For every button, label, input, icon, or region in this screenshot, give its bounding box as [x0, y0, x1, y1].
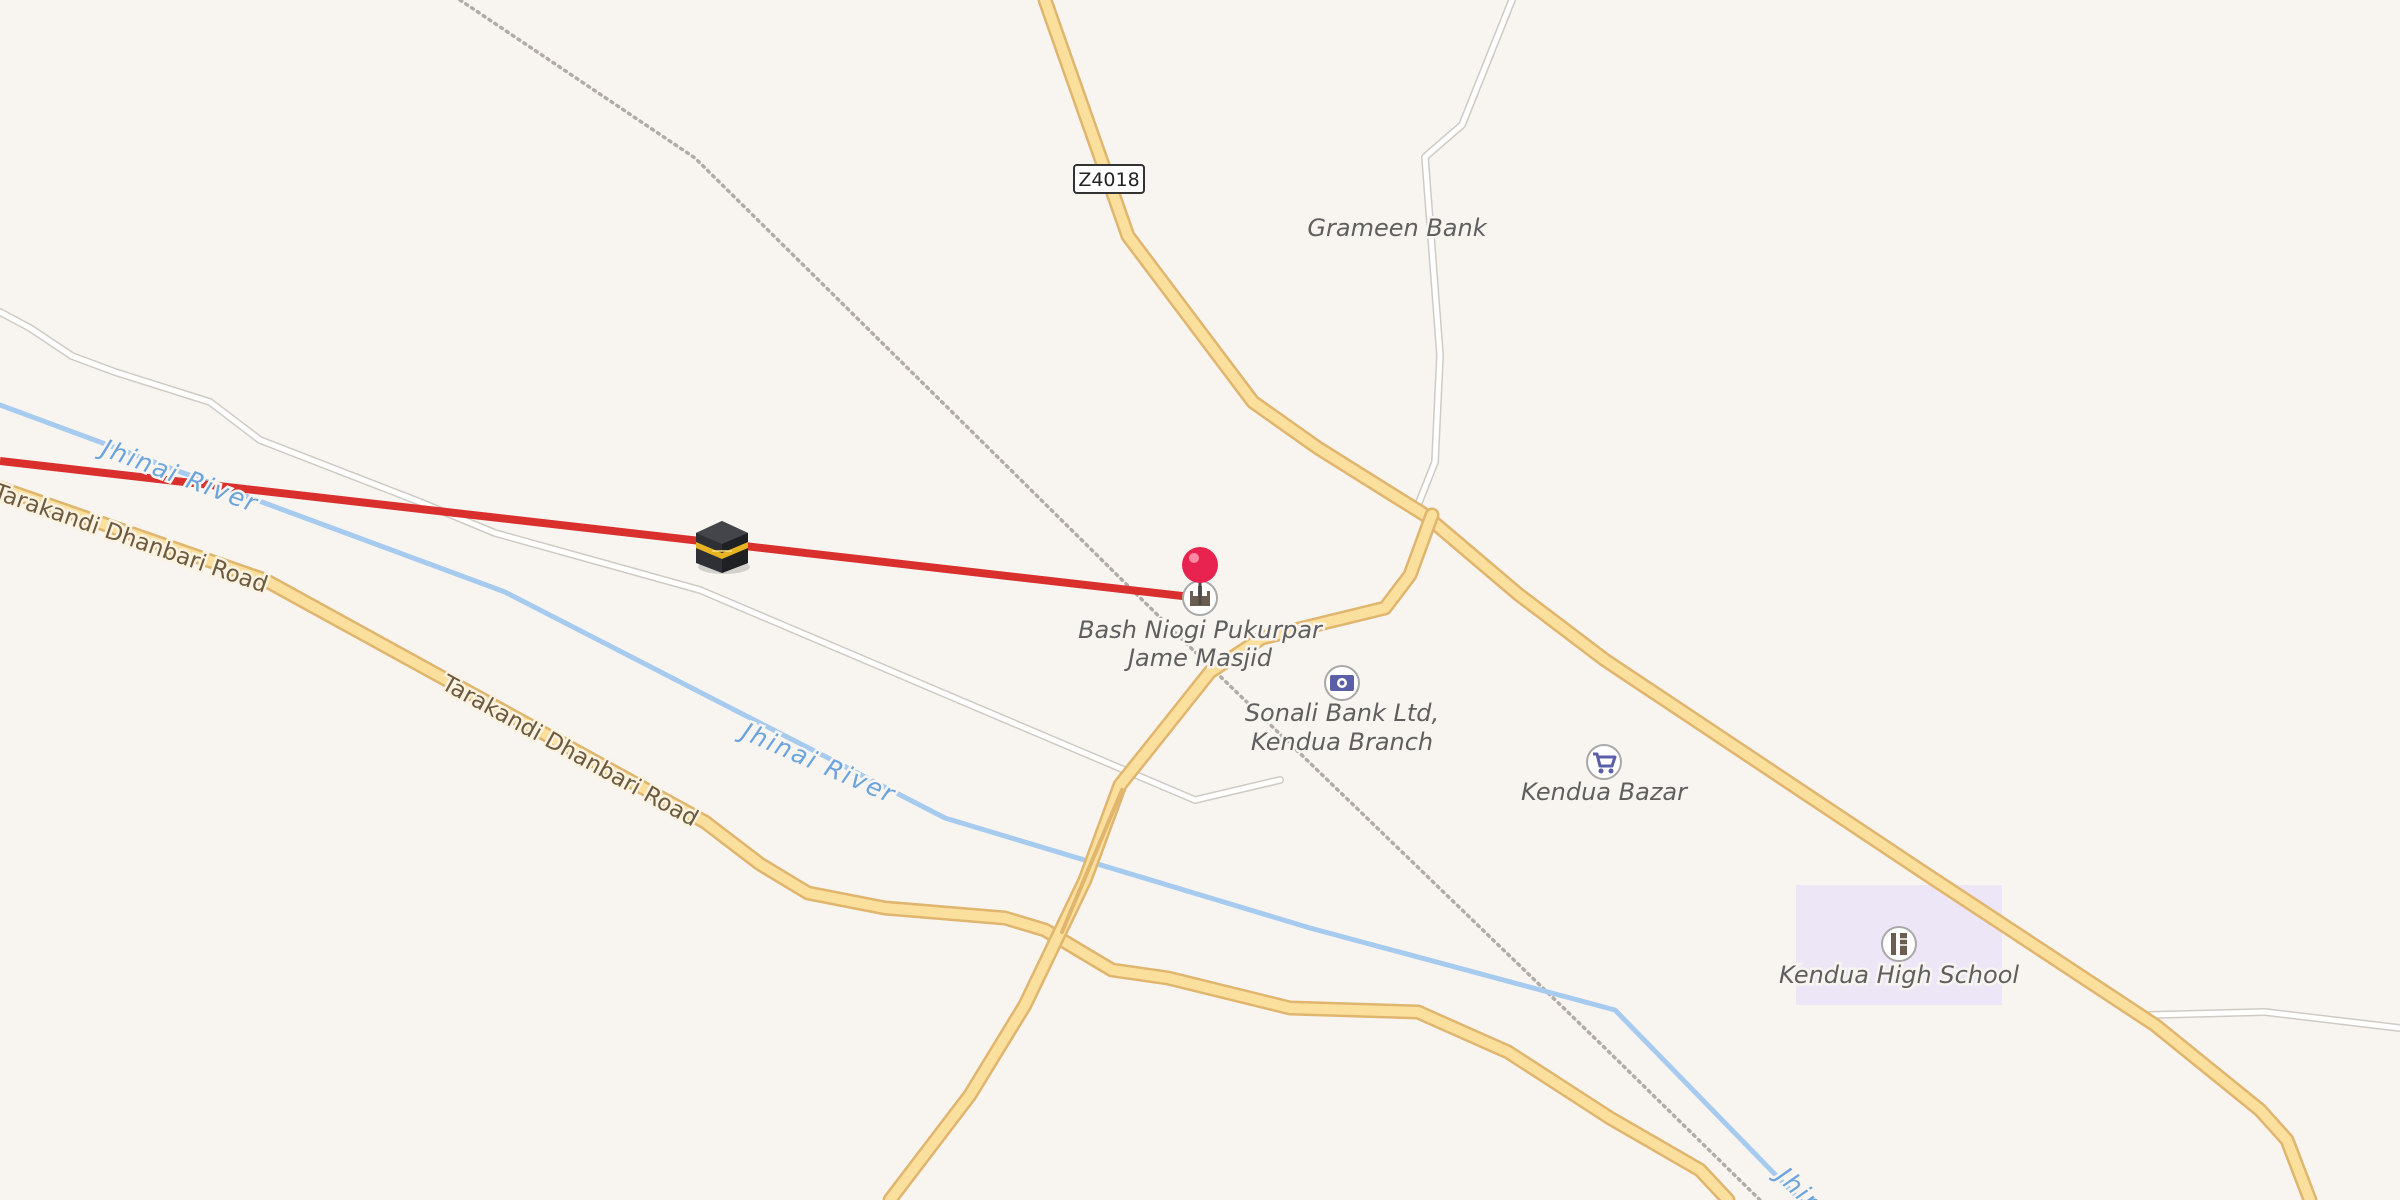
bank-icon[interactable]	[1324, 665, 1360, 701]
poi-label-grameen-bank[interactable]: Grameen Bank	[1305, 212, 1490, 245]
route-shield-z4018: Z4018	[1073, 164, 1145, 194]
poi-label-kendua-high-school[interactable]: Kendua High School	[1776, 959, 2021, 992]
poi-label-mosque-line1[interactable]: Bash Niogi Pukurpar	[1076, 614, 1327, 647]
shopping-cart-icon[interactable]	[1586, 744, 1622, 780]
school-icon[interactable]	[1881, 926, 1917, 962]
poi-label-sonali-bank-line1[interactable]: Sonali Bank Ltd,	[1242, 697, 1441, 730]
poi-label-sonali-bank-line2[interactable]: Kendua Branch	[1248, 726, 1435, 759]
svg-text:Z4018: Z4018	[1078, 169, 1139, 191]
poi-label-mosque-line2[interactable]: Jame Masjid	[1121, 642, 1275, 675]
poi-label-kendua-bazar[interactable]: Kendua Bazar	[1519, 776, 1692, 809]
map-canvas[interactable]: Tarakandi Dhanbari Road Tarakandi Dhanba…	[0, 0, 2400, 1200]
